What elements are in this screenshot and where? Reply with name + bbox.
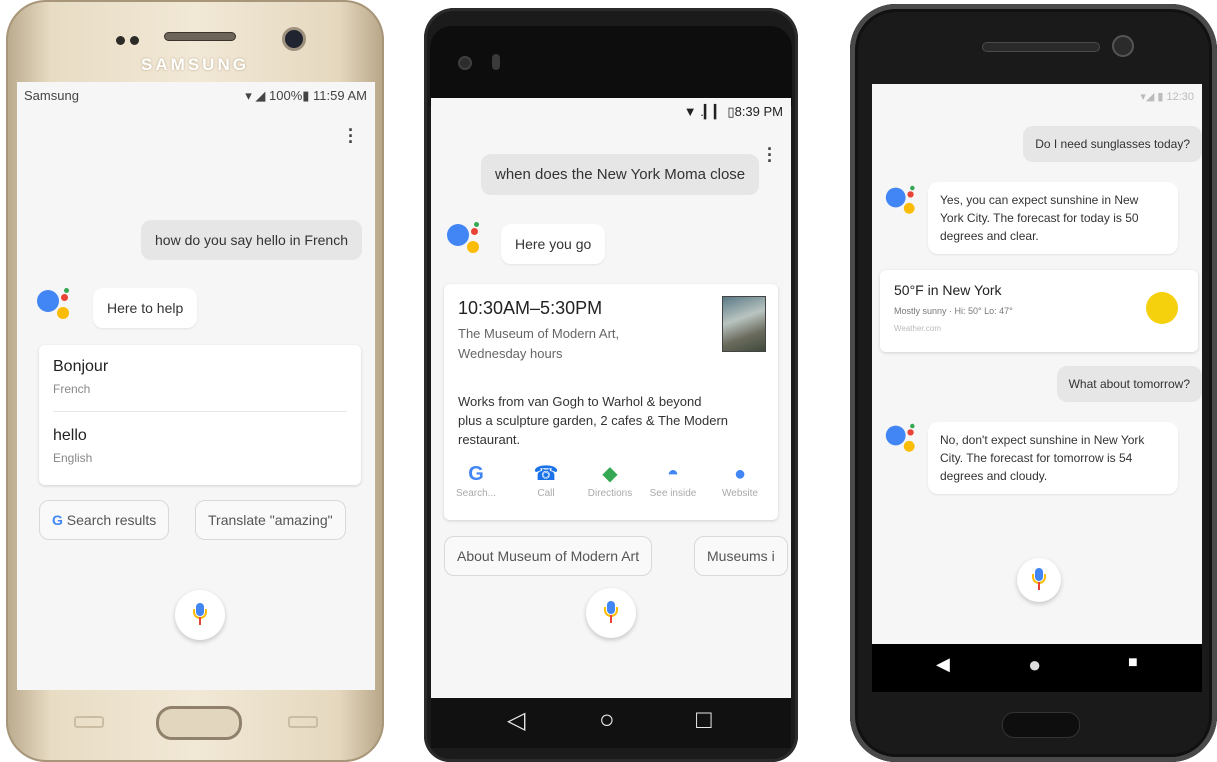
google-assistant-icon xyxy=(885,185,918,218)
navigation-bar: ◀ ● ■ xyxy=(872,644,1202,692)
phone-top-bezel xyxy=(430,26,792,106)
directions-action[interactable]: ◆ Directions xyxy=(584,462,636,499)
sensor xyxy=(492,54,500,70)
museum-thumbnail[interactable] xyxy=(722,296,766,352)
phone-icon: ☎ xyxy=(533,463,559,485)
fingerprint-sensor[interactable] xyxy=(1002,712,1080,738)
see-inside-action[interactable]: ◓ See inside xyxy=(647,462,699,499)
assistant-message-bubble: Here you go xyxy=(501,224,606,264)
weather-source: Weather.com xyxy=(894,324,941,333)
chip-label: Search results xyxy=(66,512,157,528)
hours-label: Wednesday hours xyxy=(458,346,563,361)
weather-card[interactable]: 50°F in New York Mostly sunny · Hi: 50° … xyxy=(880,270,1198,352)
translate-chip[interactable]: Translate "amazing" xyxy=(195,500,346,540)
assistant-screen: ▼ .▎▎ ▯8:39 PM when does the New York Mo… xyxy=(431,98,791,698)
microphone-button[interactable] xyxy=(1017,558,1061,602)
back-key[interactable] xyxy=(288,716,318,728)
user-message-bubble: What about tomorrow? xyxy=(1056,366,1202,402)
divider xyxy=(53,411,347,412)
status-bar: ▼ .▎▎ ▯8:39 PM xyxy=(431,98,791,124)
assistant-message-bubble: Yes, you can expect sunshine in New York… xyxy=(928,182,1178,254)
search-action[interactable]: G Search... xyxy=(450,462,502,499)
call-action[interactable]: ☎ Call xyxy=(520,462,572,499)
source-language: English xyxy=(53,451,93,465)
back-icon[interactable]: ◁ xyxy=(507,706,525,735)
phone-black: ▼ .▎▎ ▯8:39 PM when does the New York Mo… xyxy=(424,8,798,762)
weather-title: 50°F in New York xyxy=(894,282,1002,298)
recents-key[interactable] xyxy=(74,716,104,728)
user-message-bubble: when does the New York Moma close xyxy=(481,154,760,195)
google-assistant-icon xyxy=(37,288,73,324)
translation-language: French xyxy=(53,382,91,396)
back-icon[interactable]: ◀ xyxy=(936,654,950,675)
home-button[interactable] xyxy=(156,706,242,740)
source-word: hello xyxy=(53,427,87,444)
assistant-message-bubble: No, don't expect sunshine in New York Ci… xyxy=(928,422,1178,494)
assistant-screen: Samsung ▾ ◢ 100%▮ 11:59 AM · · · how do yo… xyxy=(17,82,375,690)
microphone-button[interactable] xyxy=(175,590,225,640)
user-message-bubble: how do you say hello in French xyxy=(141,220,362,260)
google-assistant-icon xyxy=(447,222,483,258)
home-icon[interactable]: ● xyxy=(1028,652,1041,678)
translation-word: Bonjour xyxy=(53,358,109,375)
recents-icon[interactable]: □ xyxy=(696,704,712,735)
front-camera-icon xyxy=(282,27,306,51)
museum-description: Works from van Gogh to Warhol & beyond p… xyxy=(458,394,729,447)
maps-icon: ◆ xyxy=(602,463,618,485)
earpiece-speaker xyxy=(982,42,1100,52)
brand-logo: SAMSUNG xyxy=(141,55,249,74)
phone-dark: ▾◢ ▮ 12:30 Do I need sunglasses today? Y… xyxy=(850,4,1217,762)
assistant-screen: ▾◢ ▮ 12:30 Do I need sunglasses today? Y… xyxy=(872,84,1202,644)
navigation-bar: ◁ ○ □ xyxy=(431,698,791,748)
google-g-icon: G xyxy=(52,512,63,528)
translation-card[interactable]: Bonjour French hello English xyxy=(39,345,361,485)
place-name: The Museum of Modern Art, xyxy=(458,326,620,341)
assistant-message-bubble: Here to help xyxy=(93,288,198,328)
museum-hours-card[interactable]: 10:30AM–5:30PM The Museum of Modern Art,… xyxy=(444,284,778,520)
overflow-menu-icon[interactable]: · · · xyxy=(767,140,773,170)
recents-icon[interactable]: ■ xyxy=(1128,654,1138,672)
hours-text: 10:30AM–5:30PM xyxy=(458,298,603,318)
street-view-icon: ◓ xyxy=(666,463,680,485)
weather-summary: Mostly sunny · Hi: 50° Lo: 47° xyxy=(894,306,1013,316)
overflow-menu-icon[interactable]: · · · xyxy=(348,121,354,151)
about-museum-chip[interactable]: About Museum of Modern Art xyxy=(444,536,653,576)
status-icons-time: ▼ .▎▎ ▯8:39 PM xyxy=(683,104,783,119)
home-icon[interactable]: ○ xyxy=(599,704,615,735)
front-camera-icon xyxy=(1112,35,1134,57)
status-bar: ▾◢ ▮ 12:30 xyxy=(872,84,1202,110)
status-bar: Samsung ▾ ◢ 100%▮ 11:59 AM xyxy=(17,82,375,108)
google-assistant-icon xyxy=(885,423,918,456)
sensor-dots xyxy=(116,32,150,45)
globe-icon: ● xyxy=(733,463,747,485)
search-results-chip[interactable]: G Search results xyxy=(39,500,170,540)
phone-samsung: SAMSUNG Samsung ▾ ◢ 100%▮ 11:59 AM · · · h… xyxy=(6,0,384,762)
website-action[interactable]: ● Website xyxy=(714,462,766,499)
front-camera-icon xyxy=(458,56,472,70)
earpiece-speaker xyxy=(164,32,236,41)
google-search-icon: G xyxy=(468,463,484,485)
status-icons-time: ▾◢ ▮ 12:30 xyxy=(1140,91,1194,103)
microphone-button[interactable] xyxy=(586,588,636,638)
user-message-bubble: Do I need sunglasses today? xyxy=(1023,126,1202,162)
sun-icon xyxy=(1146,292,1178,324)
museums-chip[interactable]: Museums i xyxy=(694,536,788,576)
status-icons-time: ▾ ◢ 100%▮ 11:59 AM xyxy=(245,88,367,103)
carrier-label: Samsung xyxy=(24,88,79,103)
